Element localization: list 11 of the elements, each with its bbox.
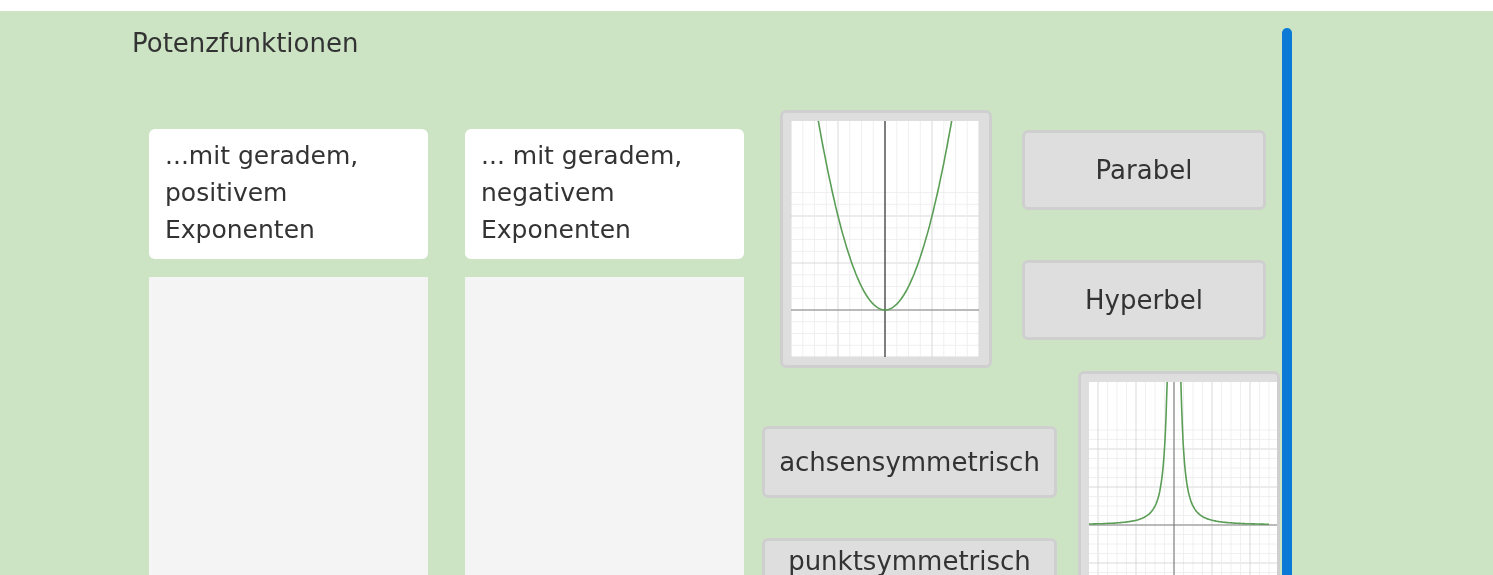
- draggable-image-card[interactable]: [780, 110, 992, 368]
- activity-title: Potenzfunktionen: [132, 27, 359, 60]
- draggable-label[interactable]: Parabel: [1022, 130, 1266, 210]
- drop-zone[interactable]: [149, 277, 428, 575]
- category-header: ...mit geradem, positivem Exponenten: [149, 129, 428, 259]
- draggable-label[interactable]: achsensymmetrisch: [762, 426, 1057, 498]
- scrollbar[interactable]: [1282, 28, 1292, 575]
- category-header: ... mit geradem, negativem Exponenten: [465, 129, 744, 259]
- draggable-label[interactable]: punktsymmetrisch: [762, 538, 1057, 575]
- drop-zone[interactable]: [465, 277, 744, 575]
- draggable-label[interactable]: Hyperbel: [1022, 260, 1266, 340]
